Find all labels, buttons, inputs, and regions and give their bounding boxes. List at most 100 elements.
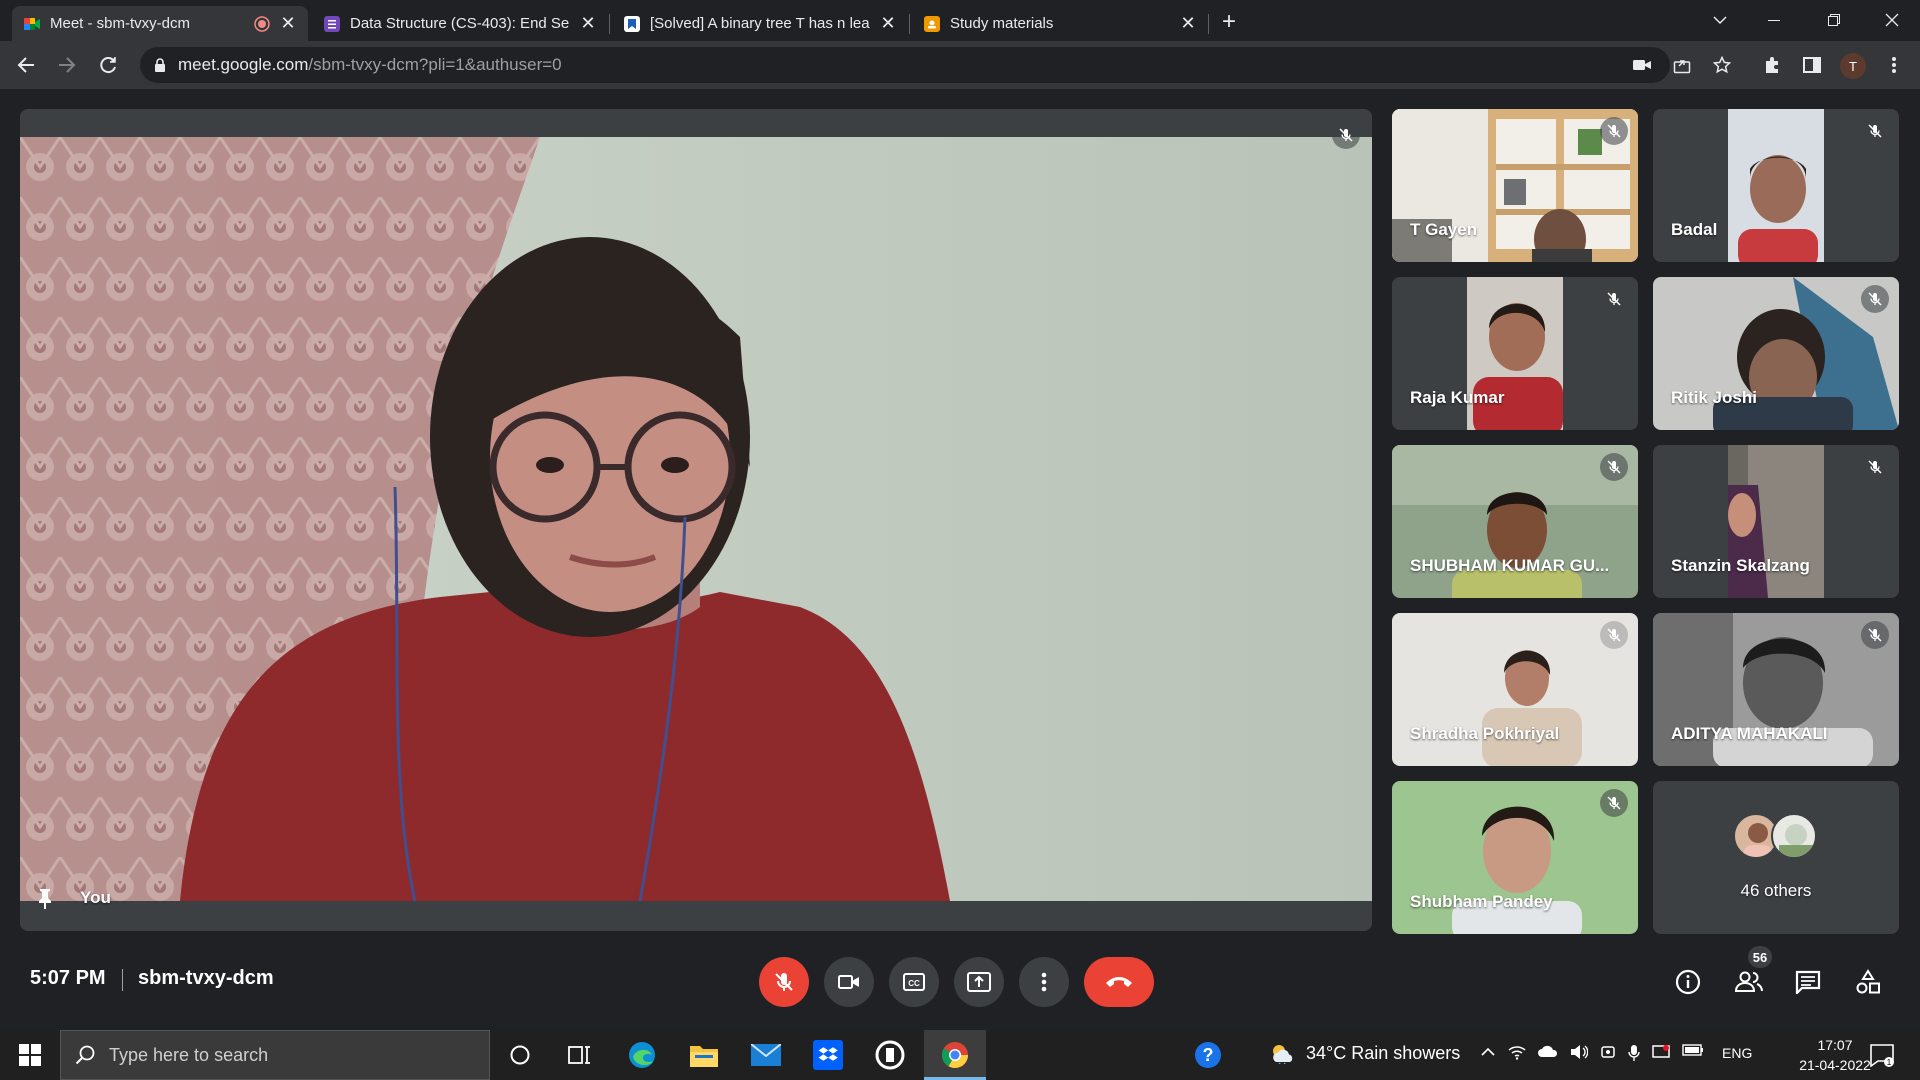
participant-tile[interactable]: Shubham Pandey [1392, 781, 1638, 934]
microphone-icon[interactable] [1628, 1044, 1640, 1062]
camera-icon[interactable] [1630, 53, 1654, 77]
tab-divider [1208, 14, 1209, 34]
pin-icon[interactable] [36, 887, 54, 909]
participant-tile[interactable]: T Gayen [1392, 109, 1638, 262]
chat-button[interactable] [1788, 962, 1828, 1002]
task-view-icon[interactable] [564, 1039, 596, 1071]
browser-tab-bar: Meet - sbm-tvxy-dcm ✕ Data Structure (CS… [0, 0, 1920, 41]
tab-meet[interactable]: Meet - sbm-tvxy-dcm ✕ [12, 6, 308, 41]
meeting-details-button[interactable] [1668, 962, 1708, 1002]
bookmark-star-icon[interactable] [1710, 53, 1734, 77]
main-video-tile[interactable]: You [20, 109, 1372, 931]
url-host: meet.google.com [178, 55, 309, 74]
leave-call-button[interactable] [1084, 957, 1154, 1007]
close-tab-icon[interactable]: ✕ [580, 13, 596, 34]
participant-name: Stanzin Skalzang [1671, 556, 1810, 575]
more-vert-icon [1041, 972, 1047, 992]
toggle-camera-button[interactable] [824, 957, 874, 1007]
muted-mic-icon [1861, 285, 1889, 313]
participant-count-badge: 56 [1748, 946, 1772, 968]
close-tab-icon[interactable]: ✕ [1180, 13, 1196, 34]
participant-tile[interactable]: Stanzin Skalzang [1653, 445, 1899, 598]
participant-tile[interactable]: Ritik Joshi [1653, 277, 1899, 430]
input-language[interactable]: ENG [1722, 1045, 1752, 1061]
onedrive-icon[interactable] [1538, 1044, 1558, 1062]
tab-binary-tree[interactable]: [Solved] A binary tree T has n lea ✕ [612, 6, 908, 41]
dropbox-icon[interactable] [812, 1039, 844, 1071]
google-forms-icon [324, 15, 340, 32]
meet-app-indicator-icon[interactable] [1600, 1044, 1616, 1062]
restore-button[interactable] [1814, 6, 1854, 34]
url-path: /sbm-tvxy-dcm?pli=1&authuser=0 [308, 55, 562, 74]
volume-icon[interactable] [1570, 1044, 1588, 1062]
participant-name: Raja Kumar [1410, 388, 1505, 407]
svg-text:CC: CC [908, 979, 920, 988]
windows-start-icon[interactable] [14, 1039, 46, 1071]
app-icon[interactable] [874, 1039, 906, 1071]
share-icon[interactable] [1670, 53, 1694, 77]
minimize-button[interactable] [1754, 6, 1794, 34]
forward-arrow-icon[interactable] [55, 53, 79, 77]
muted-mic-icon [1600, 789, 1628, 817]
battery-icon[interactable] [1682, 1044, 1704, 1062]
address-bar[interactable]: meet.google.com/sbm-tvxy-dcm?pli=1&authu… [140, 47, 1670, 83]
chevron-up-icon[interactable] [1480, 1044, 1496, 1062]
meet-stage: You T Gayen Badal Raja Kumar Ritik Joshi… [0, 89, 1920, 1027]
weather-widget[interactable]: 34°C Rain showers [1270, 1042, 1460, 1064]
meeting-time: 5:07 PM [30, 967, 106, 989]
participant-name: T Gayen [1410, 220, 1478, 239]
side-panel-icon[interactable] [1800, 53, 1824, 77]
participant-name: Ritik Joshi [1671, 388, 1757, 407]
back-arrow-icon[interactable] [14, 53, 38, 77]
captions-button[interactable]: CC [889, 957, 939, 1007]
extensions-icon[interactable] [1760, 53, 1784, 77]
participant-tile[interactable]: Shradha Pokhriyal [1392, 613, 1638, 766]
activities-button[interactable] [1848, 962, 1888, 1002]
taskbar-search-box[interactable]: Type here to search [60, 1030, 490, 1080]
participant-tile[interactable]: Badal [1653, 109, 1899, 262]
chrome-menu-icon[interactable] [1882, 53, 1906, 77]
taskbar-active-app[interactable] [924, 1030, 986, 1080]
present-screen-button[interactable] [954, 957, 1004, 1007]
more-options-button[interactable] [1019, 957, 1069, 1007]
file-explorer-icon[interactable] [688, 1039, 720, 1071]
mail-icon[interactable] [750, 1039, 782, 1071]
close-tab-icon[interactable]: ✕ [880, 13, 896, 34]
tab-search-icon[interactable] [1700, 6, 1740, 34]
tab-divider [909, 14, 910, 34]
muted-mic-icon [1600, 285, 1628, 313]
screen-share-indicator-icon[interactable] [1652, 1044, 1670, 1062]
toggle-mic-button[interactable] [759, 957, 809, 1007]
people-button[interactable] [1729, 962, 1769, 1002]
others-tile[interactable]: 46 others [1653, 781, 1899, 934]
meeting-code: sbm-tvxy-dcm [138, 967, 274, 989]
reload-icon[interactable] [96, 53, 120, 77]
muted-mic-icon [1332, 121, 1360, 149]
profile-avatar[interactable]: T [1840, 53, 1866, 79]
participant-name: Shradha Pokhriyal [1410, 724, 1560, 743]
help-icon[interactable]: ? [1192, 1039, 1224, 1071]
edge-browser-icon[interactable] [626, 1039, 658, 1071]
close-window-button[interactable] [1872, 6, 1912, 34]
tab-data-structure[interactable]: Data Structure (CS-403): End Sem ✕ [312, 6, 608, 41]
wifi-icon[interactable] [1508, 1044, 1526, 1062]
tab-divider [609, 14, 610, 34]
muted-mic-icon [1861, 453, 1889, 481]
self-video [20, 137, 1372, 901]
present-to-all-icon [967, 972, 991, 992]
participant-tile[interactable]: Raja Kumar [1392, 277, 1638, 430]
mic-off-icon [773, 971, 795, 993]
lock-icon [154, 58, 166, 72]
search-icon [75, 1045, 95, 1065]
notifications-icon[interactable]: 1 [1866, 1039, 1898, 1071]
divider [122, 969, 123, 991]
close-tab-icon[interactable]: ✕ [280, 13, 296, 34]
new-tab-button[interactable]: + [1222, 8, 1236, 36]
tab-study-materials[interactable]: Study materials ✕ [912, 6, 1208, 41]
participant-tile[interactable]: ADITYA MAHAKALI [1653, 613, 1899, 766]
closed-captions-icon: CC [903, 973, 925, 991]
tab-title: Study materials [950, 15, 1054, 32]
participant-name: SHUBHAM KUMAR GU... [1410, 556, 1610, 575]
participant-tile[interactable]: SHUBHAM KUMAR GU... [1392, 445, 1638, 598]
cortana-icon[interactable] [504, 1039, 536, 1071]
